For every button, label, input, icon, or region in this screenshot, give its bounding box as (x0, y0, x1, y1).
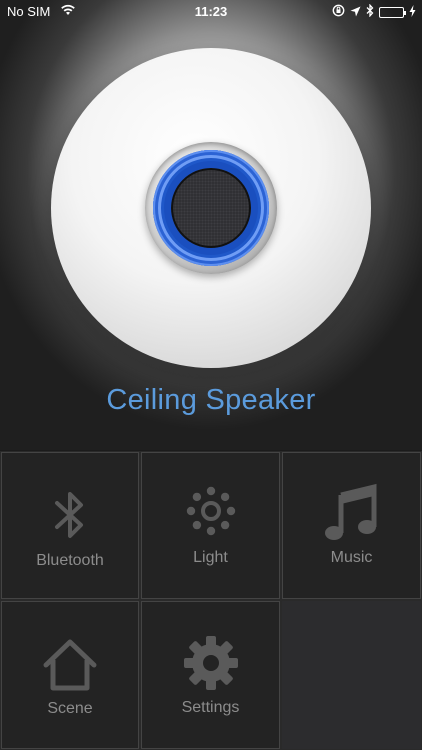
feature-grid: Bluetooth Light Music Scene Settings (0, 451, 422, 750)
music-tile[interactable]: Music (282, 452, 421, 599)
page-title: Ceiling Speaker (106, 384, 316, 416)
settings-label: Settings (181, 699, 240, 716)
scene-tile[interactable]: Scene (1, 601, 139, 749)
settings-tile[interactable]: Settings (141, 601, 280, 749)
light-tile[interactable]: Light (141, 452, 280, 599)
gear-icon (142, 634, 279, 692)
rotation-lock-icon (332, 4, 345, 20)
music-note-icon (283, 483, 420, 543)
battery-icon (379, 6, 406, 18)
light-label: Light (193, 549, 228, 566)
bluetooth-label: Bluetooth (36, 552, 104, 569)
scene-label: Scene (47, 700, 93, 717)
charging-bolt-icon (409, 4, 416, 20)
sun-icon (142, 483, 279, 539)
empty-tile (282, 601, 421, 749)
bluetooth-icon (2, 489, 138, 541)
bluetooth-status-icon (366, 3, 374, 20)
home-icon (2, 638, 138, 692)
location-arrow-icon (350, 5, 361, 20)
status-bar: No SIM 11:23 (0, 0, 422, 24)
music-label: Music (330, 549, 373, 566)
bluetooth-tile[interactable]: Bluetooth (1, 452, 139, 599)
speaker-grill (171, 168, 251, 248)
